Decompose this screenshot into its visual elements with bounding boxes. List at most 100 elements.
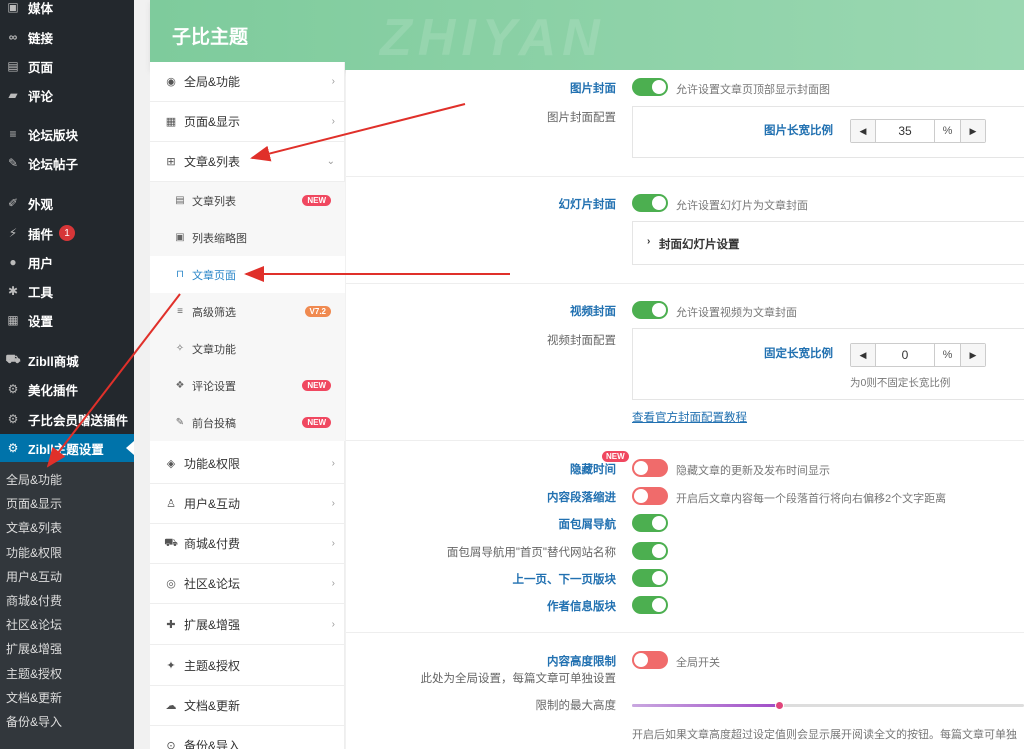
comment-icon: ▰ xyxy=(8,88,18,102)
file-icon: ▤ xyxy=(175,195,185,206)
user-icon: ♙ xyxy=(166,498,176,510)
nav-item-label: 全局&功能 xyxy=(184,75,241,89)
prev-next-toggle[interactable] xyxy=(632,569,668,587)
cover-ratio-label: 图片长宽比例 xyxy=(764,125,833,137)
nav-subitem[interactable]: ▣ 列表缩略图 xyxy=(150,219,345,256)
decrement-button[interactable]: ◀ xyxy=(851,344,875,366)
tutorial-link[interactable]: 查看官方封面配置教程 xyxy=(632,409,747,425)
breadcrumb-toggle[interactable] xyxy=(632,514,668,532)
new-badge: NEW xyxy=(602,451,629,462)
nav-item[interactable]: ✚ 扩展&增强 › xyxy=(150,605,345,645)
cover-ratio-stepper: ◀ 35 % ▶ xyxy=(850,119,986,143)
wp-menu-label: 论坛帖子 xyxy=(28,157,79,172)
wp-submenu-item[interactable]: 扩展&增强 xyxy=(6,639,62,659)
wp-menu-item[interactable]: ▣ 媒体 xyxy=(0,0,134,21)
wp-menu-item[interactable]: ∞ 链接 xyxy=(0,23,134,51)
nav-item-label: 文章&列表 xyxy=(184,155,241,169)
nav-item-label: 页面&显示 xyxy=(184,115,241,129)
page-icon: ▤ xyxy=(7,59,19,73)
media-icon: ▣ xyxy=(7,0,19,14)
nav-item[interactable]: ◎ 社区&论坛 › xyxy=(150,564,345,604)
nav-item[interactable]: ◉ 全局&功能 › xyxy=(150,62,345,102)
nav-subitem-label: 文章页面 xyxy=(192,269,236,282)
slider-fill xyxy=(632,704,780,707)
wp-menu-item[interactable]: ▰ 评论 xyxy=(0,81,134,109)
nav-subitem[interactable]: ✧ 文章功能 xyxy=(150,330,345,367)
nav-subitem[interactable]: ≡ 高级筛选 V7.2 xyxy=(150,293,345,330)
cover-ratio-unit: % xyxy=(935,120,961,142)
nav-item[interactable]: ◈ 功能&权限 › xyxy=(150,444,345,484)
cover-image-toggle[interactable] xyxy=(632,78,668,96)
nav-item[interactable]: ⊙ 备份&导入 xyxy=(150,726,345,749)
header-watermark: ZHIYAN xyxy=(380,9,606,67)
image-icon: ▣ xyxy=(175,232,185,243)
wp-submenu-item[interactable]: 商城&付费 xyxy=(6,591,62,611)
wp-menu-item[interactable]: ⚙ 子比会员赠送插件 xyxy=(0,405,134,433)
wp-menu-item[interactable]: ⛟ Zibll商城 xyxy=(0,346,134,374)
wp-submenu-item[interactable]: 用户&互动 xyxy=(6,567,62,587)
breadcrumb-home-toggle[interactable] xyxy=(632,542,668,560)
nav-subitem[interactable]: ⊓ 文章页面 xyxy=(150,256,345,293)
video-ratio-hint: 为0则不固定长宽比例 xyxy=(850,377,951,389)
wp-menu-item[interactable]: ✱ 工具 xyxy=(0,277,134,305)
nav-item[interactable]: ▦ 页面&显示 › xyxy=(150,102,345,142)
chevron-icon: › xyxy=(331,578,335,589)
slide-cover-toggle[interactable] xyxy=(632,194,668,212)
author-info-toggle[interactable] xyxy=(632,596,668,614)
wp-menu-item[interactable]: ● 用户 xyxy=(0,248,134,276)
version-tag: NEW xyxy=(302,195,331,206)
max-height-hint: 开启后如果文章高度超过设定值则会显示展开阅读全文的按钮。每篇文章可单独 xyxy=(632,729,1017,741)
nav-item[interactable]: ⛟ 商城&付费 › xyxy=(150,524,345,564)
cover-ratio-value[interactable]: 35 xyxy=(875,120,935,142)
gear-icon: ⚙ xyxy=(7,412,19,426)
wp-menu-item[interactable]: ✐ 外观 xyxy=(0,189,134,217)
wp-submenu-item[interactable]: 备份&导入 xyxy=(6,712,62,732)
wp-submenu-item[interactable]: 社区&论坛 xyxy=(6,615,62,635)
wp-submenu-item[interactable]: 文档&更新 xyxy=(6,688,62,708)
link-icon: ∞ xyxy=(8,30,18,44)
increment-button[interactable]: ▶ xyxy=(961,120,985,142)
nav-subitem[interactable]: ✎ 前台投稿 NEW xyxy=(150,404,345,441)
forum-post-icon: ✎ xyxy=(7,156,19,170)
update-count-badge: 1 xyxy=(59,225,76,241)
indent-toggle[interactable] xyxy=(632,487,668,505)
wp-submenu-item[interactable]: 功能&权限 xyxy=(6,543,62,563)
wp-submenu-item[interactable]: 文章&列表 xyxy=(6,518,62,538)
increment-button[interactable]: ▶ xyxy=(961,344,985,366)
wp-menu-label: 论坛版块 xyxy=(28,128,79,143)
nav-item[interactable]: ⊞ 文章&列表 ⌄ xyxy=(150,142,345,182)
chevron-right-icon: › xyxy=(647,236,651,247)
slide-settings-panel[interactable]: › 封面幻灯片设置 xyxy=(632,221,1024,265)
nav-subitem[interactable]: ▤ 文章列表 NEW xyxy=(150,182,345,219)
wp-submenu-item[interactable]: 全局&功能 xyxy=(6,470,62,490)
max-height-label: 限制的最大高度 xyxy=(535,700,617,712)
nav-item[interactable]: ☁ 文档&更新 xyxy=(150,686,345,726)
wp-menu-item[interactable]: ⚡ 插件 1 xyxy=(0,219,134,247)
height-limit-toggle[interactable] xyxy=(632,651,668,669)
theme-options-header: ZHIYAN 子比主题 xyxy=(150,0,1024,70)
section-divider xyxy=(346,440,1024,441)
wp-menu-item[interactable]: ▦ 设置 xyxy=(0,306,134,334)
wp-menu-label: 外观 xyxy=(28,197,54,212)
wp-submenu-item[interactable]: 页面&显示 xyxy=(6,494,62,514)
wp-menu-label: 插件 xyxy=(28,227,54,242)
slider-thumb[interactable] xyxy=(775,701,784,710)
wp-menu-item[interactable]: ✎ 论坛帖子 xyxy=(0,149,134,177)
tools-icon: ✱ xyxy=(7,284,19,298)
theme-icon: ✦ xyxy=(166,660,176,672)
max-height-slider[interactable] xyxy=(632,701,1024,710)
nav-item[interactable]: ♙ 用户&互动 › xyxy=(150,484,345,524)
wp-menu-item[interactable]: ▤ 页面 xyxy=(0,52,134,80)
breadcrumb-home-label: 面包屑导航用"首页"替代网站名称 xyxy=(446,547,616,559)
settings-content: 图片封面 允许设置文章页顶部显示封面图 图片封面配置 图片长宽比例 ◀ 35 %… xyxy=(346,70,1024,749)
wp-menu-item[interactable]: ⚙ 美化插件 xyxy=(0,375,134,403)
nav-subitem[interactable]: ❖ 评论设置 NEW xyxy=(150,367,345,404)
wp-menu-item[interactable]: ≡ 论坛版块 xyxy=(0,120,134,148)
video-ratio-value[interactable]: 0 xyxy=(875,344,935,366)
wp-menu-item[interactable]: ⚙ Zibll主题设置 xyxy=(0,434,134,462)
decrement-button[interactable]: ◀ xyxy=(851,120,875,142)
wp-submenu-item[interactable]: 主题&授权 xyxy=(6,664,62,684)
nav-item[interactable]: ✦ 主题&授权 xyxy=(150,646,345,686)
video-cover-toggle[interactable] xyxy=(632,301,668,319)
hide-time-toggle[interactable] xyxy=(632,459,668,477)
